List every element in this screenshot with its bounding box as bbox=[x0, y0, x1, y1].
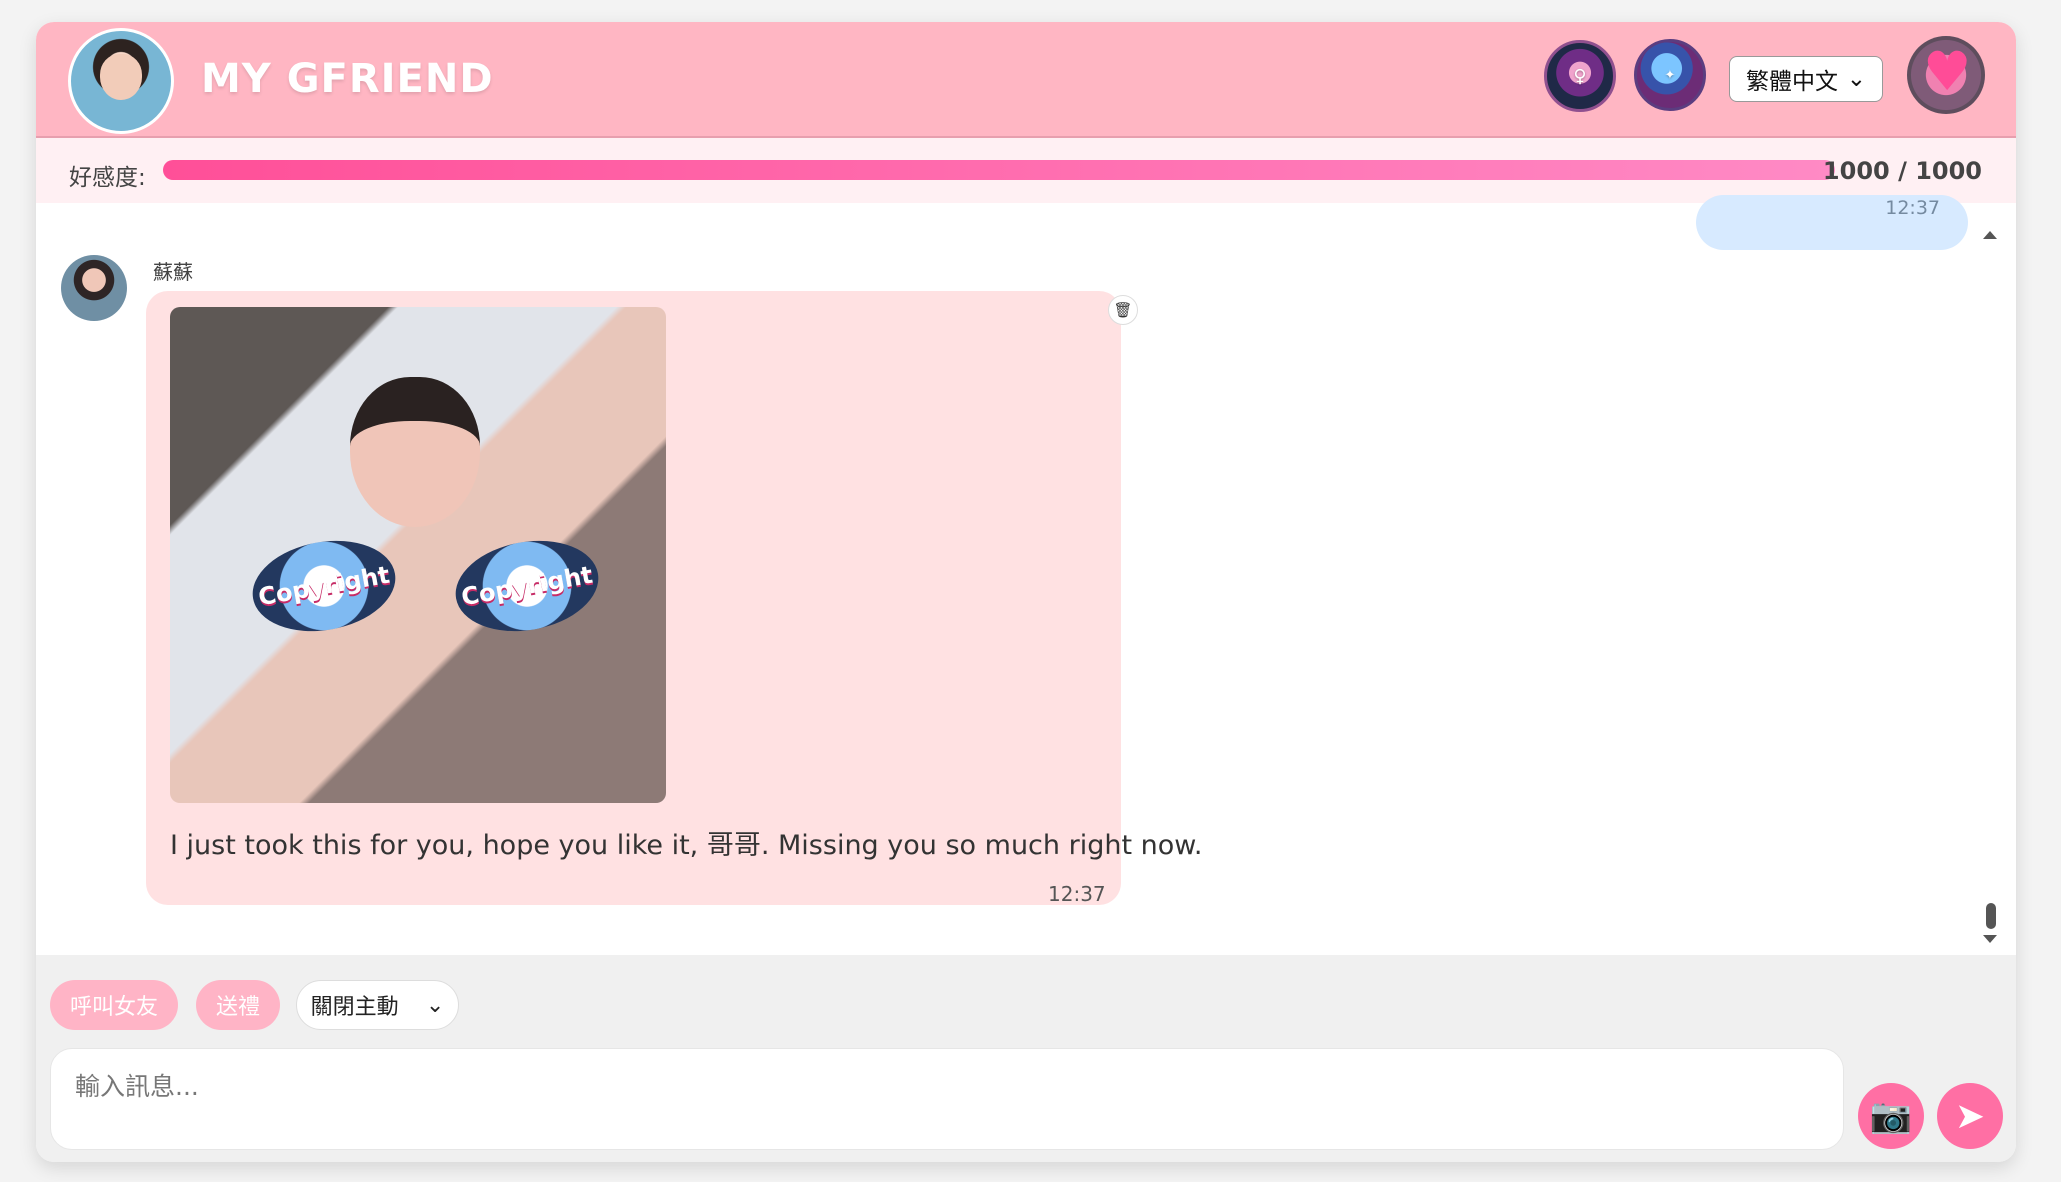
camera-icon[interactable]: 📷 bbox=[1858, 1083, 1924, 1149]
sent-photo[interactable]: Copyright Copyright bbox=[170, 307, 666, 803]
chat-footer: 呼叫女友 送禮 關閉主動 ⌄ 輸入訊息... 📷 ➤ bbox=[36, 955, 2016, 1162]
previous-message-time: 12:37 bbox=[1885, 197, 1940, 219]
favorability-progress-fill bbox=[163, 160, 1835, 180]
scroll-up-arrow[interactable] bbox=[1983, 231, 1997, 239]
discover-icon[interactable]: ✦ bbox=[1634, 39, 1706, 111]
favorability-progress-bar bbox=[163, 160, 1835, 180]
gift-button[interactable]: 送禮 bbox=[196, 980, 280, 1030]
copyright-badge: Copyright bbox=[245, 530, 403, 642]
top-header: MY GFRIEND ♀ ✦ 繁體中文 ⌄ bbox=[36, 22, 2016, 138]
favorability-row: 好感度: 1000 / 1000 bbox=[36, 138, 2016, 203]
previous-user-message: 12:37 bbox=[1696, 195, 1968, 250]
language-select[interactable]: 繁體中文 ⌄ bbox=[1729, 56, 1883, 102]
settings-heart-icon[interactable] bbox=[1907, 36, 1985, 114]
message-text: I just took this for you, hope you like … bbox=[170, 830, 1203, 861]
favorability-label: 好感度: bbox=[69, 165, 146, 191]
favorability-value: 1000 / 1000 bbox=[1822, 157, 1982, 185]
call-girlfriend-button[interactable]: 呼叫女友 bbox=[50, 980, 178, 1030]
message-input[interactable]: 輸入訊息... bbox=[50, 1048, 1844, 1150]
chevron-down-icon: ⌄ bbox=[1846, 66, 1866, 92]
active-mode-select[interactable]: 關閉主動 ⌄ bbox=[296, 980, 459, 1030]
language-select-value: 繁體中文 bbox=[1746, 69, 1838, 95]
delete-message-icon[interactable]: 🗑 bbox=[1108, 295, 1138, 325]
sender-avatar bbox=[61, 255, 127, 321]
chat-message-area[interactable]: 12:37 蘇蘇 🗑 Copyright Copyright I just to… bbox=[36, 195, 2016, 955]
character-icon[interactable]: ♀ bbox=[1544, 40, 1616, 112]
scroll-down-arrow[interactable] bbox=[1983, 935, 1997, 943]
send-icon[interactable]: ➤ bbox=[1937, 1083, 2003, 1149]
active-mode-value: 關閉主動 bbox=[310, 995, 399, 1020]
app-title: MY GFRIEND bbox=[201, 56, 494, 102]
girlfriend-avatar[interactable] bbox=[68, 28, 174, 134]
chat-app-window: MY GFRIEND ♀ ✦ 繁體中文 ⌄ 好感度: 1000 / 1000 1… bbox=[36, 22, 2016, 1162]
message-time: 12:37 bbox=[1048, 882, 1106, 906]
photo-subject bbox=[350, 377, 480, 527]
chevron-down-icon: ⌄ bbox=[425, 992, 445, 1018]
copyright-badge: Copyright bbox=[448, 530, 606, 642]
scrollbar-thumb[interactable] bbox=[1986, 903, 1996, 929]
sender-name: 蘇蘇 bbox=[153, 260, 193, 284]
